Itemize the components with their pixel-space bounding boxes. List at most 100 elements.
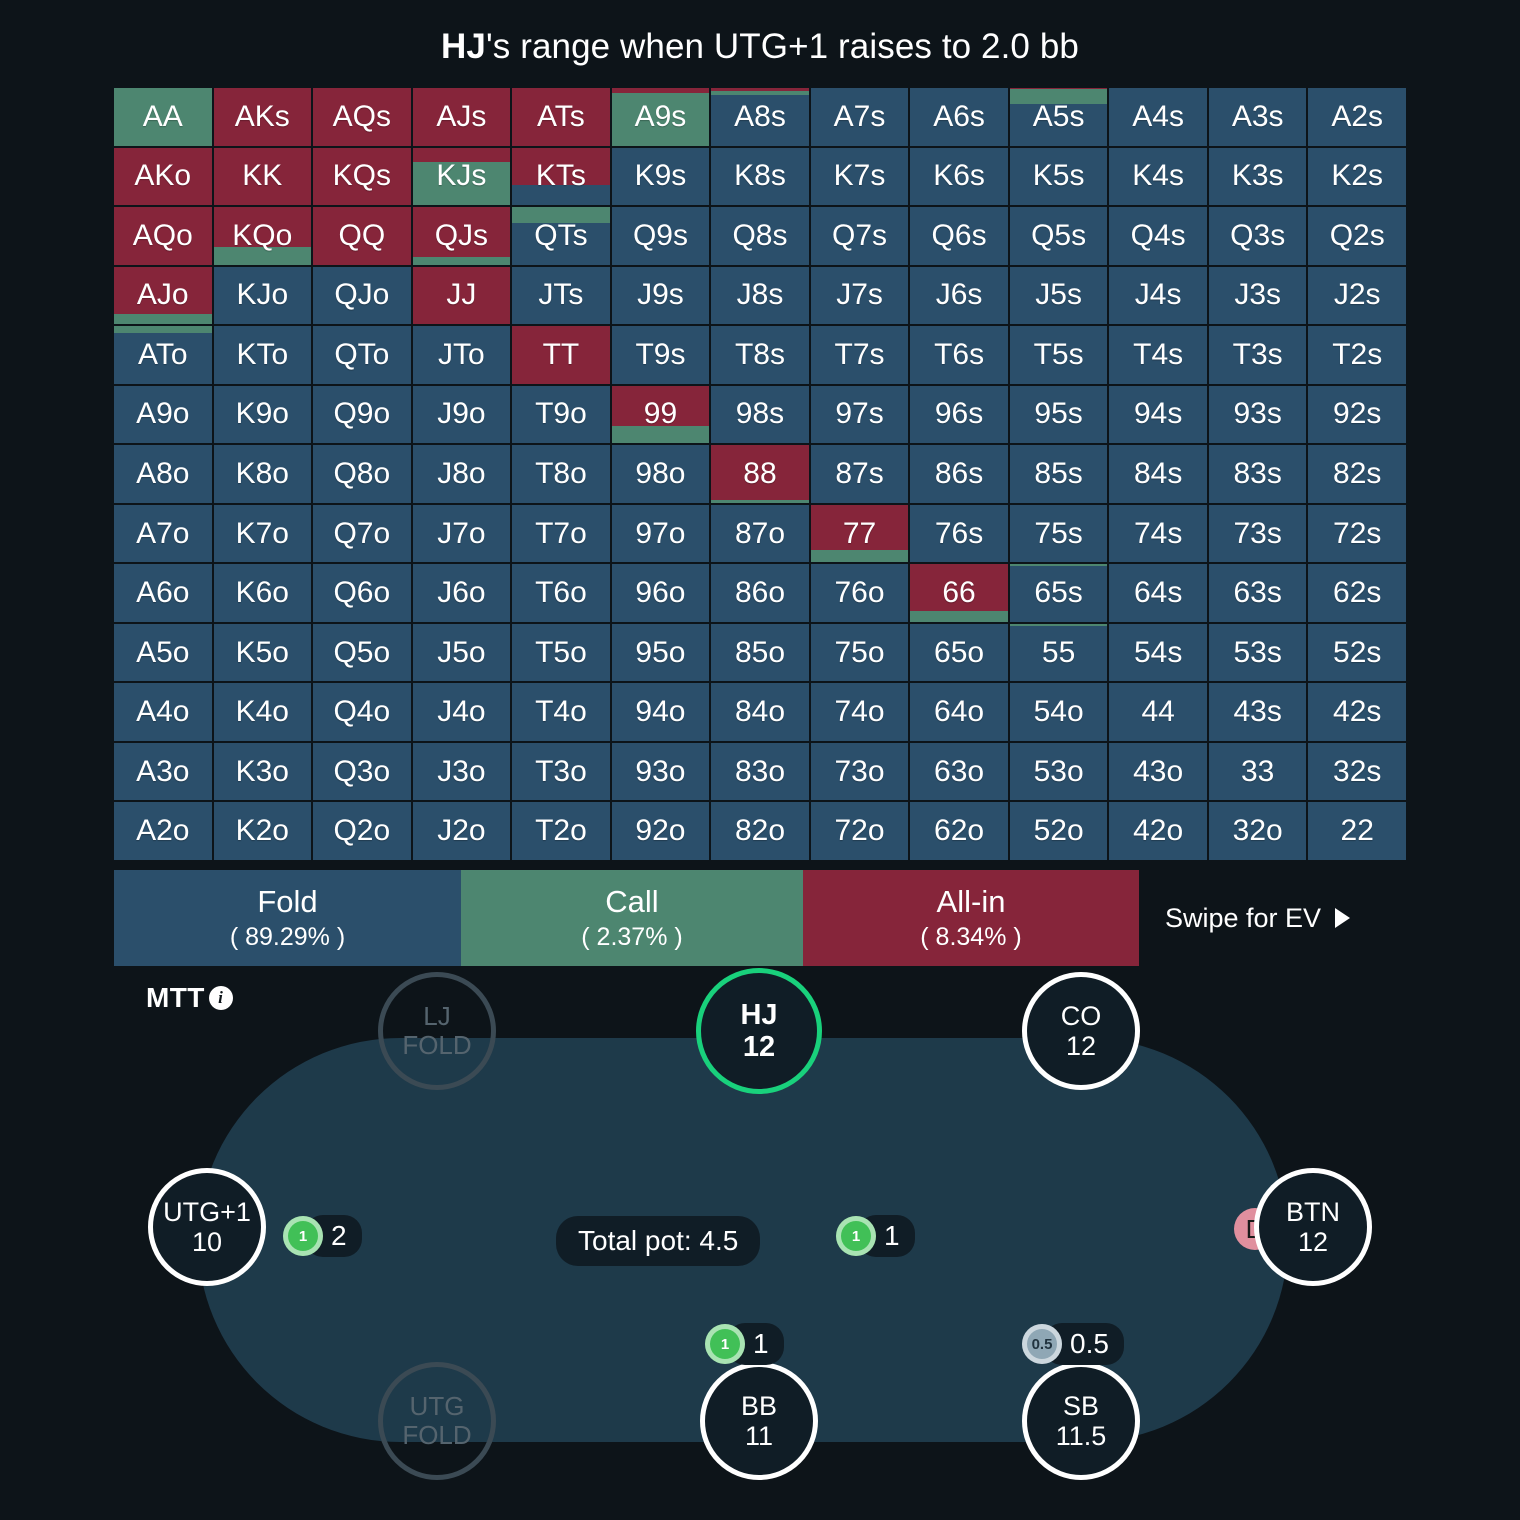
range-cell[interactable]: T9s [611,326,710,384]
range-cell[interactable]: K7s [810,147,909,206]
range-cell[interactable]: T6o [512,564,610,622]
range-cell[interactable]: K8s [711,147,809,206]
range-cell[interactable]: ATo [114,326,212,384]
range-cell[interactable]: J9s [611,266,710,325]
range-cell[interactable]: J6o [412,564,511,622]
range-cell[interactable]: 93s [1208,385,1307,444]
range-cell[interactable]: K9s [611,147,710,206]
range-cell[interactable]: 63o [910,742,1008,801]
range-cell[interactable]: 74s [1109,504,1207,563]
range-cell[interactable]: Q9s [611,207,710,265]
range-cell[interactable]: 32s [1308,742,1406,801]
range-cell[interactable]: K6o [213,564,312,622]
range-cell[interactable]: 83s [1208,445,1307,503]
range-cell[interactable]: K4s [1109,147,1207,206]
range-cell[interactable]: 43o [1109,742,1207,801]
range-cell[interactable]: 92s [1308,385,1406,444]
range-cell[interactable]: KTo [213,326,312,384]
range-cell[interactable]: A9s [611,88,710,146]
range-cell[interactable]: J7o [412,504,511,563]
range-cell[interactable]: 54o [1009,683,1108,741]
range-cell[interactable]: KK [213,147,312,206]
range-cell[interactable]: Q8s [711,207,809,265]
range-cell[interactable]: 75s [1009,504,1108,563]
range-cell[interactable]: 75o [810,623,909,682]
range-cell[interactable]: A6o [114,564,212,622]
range-cell[interactable]: QTs [512,207,610,265]
swipe-for-ev-button[interactable]: Swipe for EV [1139,870,1351,966]
seat-bb[interactable]: BB 11 [700,1362,818,1480]
range-cell[interactable]: QJs [412,207,511,265]
range-cell[interactable]: 42s [1308,683,1406,741]
range-cell[interactable]: AJs [412,88,511,146]
range-cell[interactable]: 44 [1109,683,1207,741]
range-cell[interactable]: T4o [512,683,610,741]
range-cell[interactable]: 85s [1009,445,1108,503]
range-cell[interactable]: 33 [1208,742,1307,801]
range-cell[interactable]: T8o [512,445,610,503]
range-cell[interactable]: 64s [1109,564,1207,622]
range-cell[interactable]: T8s [711,326,809,384]
range-cell[interactable]: AKo [114,147,212,206]
range-cell[interactable]: K5s [1009,147,1108,206]
range-cell[interactable]: K3s [1208,147,1307,206]
range-cell[interactable]: AQo [114,207,212,265]
range-cell[interactable]: J2o [412,802,511,860]
range-cell[interactable]: 87o [711,504,809,563]
range-cell[interactable]: AA [114,88,212,146]
range-cell[interactable]: J8o [412,445,511,503]
range-cell[interactable]: 55 [1009,623,1108,682]
range-cell[interactable]: KTs [512,147,610,206]
range-cell[interactable]: K2s [1308,147,1406,206]
range-cell[interactable]: 52s [1308,623,1406,682]
range-cell[interactable]: T6s [910,326,1008,384]
range-cell[interactable]: Q2s [1308,207,1406,265]
range-cell[interactable]: 93o [611,742,710,801]
range-cell[interactable]: 76o [810,564,909,622]
range-cell[interactable]: 72s [1308,504,1406,563]
range-cell[interactable]: 94s [1109,385,1207,444]
range-cell[interactable]: A6s [910,88,1008,146]
range-cell[interactable]: 66 [910,564,1008,622]
range-cell[interactable]: Q6o [313,564,411,622]
range-cell[interactable]: K2o [213,802,312,860]
range-cell[interactable]: Q8o [313,445,411,503]
range-cell[interactable]: 32o [1208,802,1307,860]
range-cell[interactable]: 97s [810,385,909,444]
range-cell[interactable]: J6s [910,266,1008,325]
seat-hj[interactable]: HJ 12 [696,968,822,1094]
range-cell[interactable]: 73s [1208,504,1307,563]
legend-allin[interactable]: All-in ( 8.34% ) [803,870,1139,966]
range-cell[interactable]: 73o [810,742,909,801]
range-cell[interactable]: J4s [1109,266,1207,325]
range-cell[interactable]: 97o [611,504,710,563]
range-cell[interactable]: Q3o [313,742,411,801]
range-cell[interactable]: 74o [810,683,909,741]
range-cell[interactable]: 62s [1308,564,1406,622]
range-cell[interactable]: 63s [1208,564,1307,622]
range-cell[interactable]: 86s [910,445,1008,503]
range-cell[interactable]: 82o [711,802,809,860]
range-cell[interactable]: J3s [1208,266,1307,325]
range-cell[interactable]: 98s [711,385,809,444]
range-cell[interactable]: 62o [910,802,1008,860]
range-cell[interactable]: J5s [1009,266,1108,325]
seat-co[interactable]: CO 12 [1022,972,1140,1090]
range-cell[interactable]: JJ [412,266,511,325]
range-cell[interactable]: 87s [810,445,909,503]
range-cell[interactable]: J9o [412,385,511,444]
range-cell[interactable]: T3s [1208,326,1307,384]
range-cell[interactable]: 43s [1208,683,1307,741]
range-cell[interactable]: KJo [213,266,312,325]
range-cell[interactable]: J7s [810,266,909,325]
range-cell[interactable]: KQo [213,207,312,265]
range-cell[interactable]: 95o [611,623,710,682]
range-cell[interactable]: 92o [611,802,710,860]
range-cell[interactable]: A5o [114,623,212,682]
range-cell[interactable]: T7o [512,504,610,563]
range-cell[interactable]: Q7o [313,504,411,563]
range-cell[interactable]: A3s [1208,88,1307,146]
range-cell[interactable]: A5s [1009,88,1108,146]
range-cell[interactable]: T2s [1308,326,1406,384]
range-cell[interactable]: 84o [711,683,809,741]
